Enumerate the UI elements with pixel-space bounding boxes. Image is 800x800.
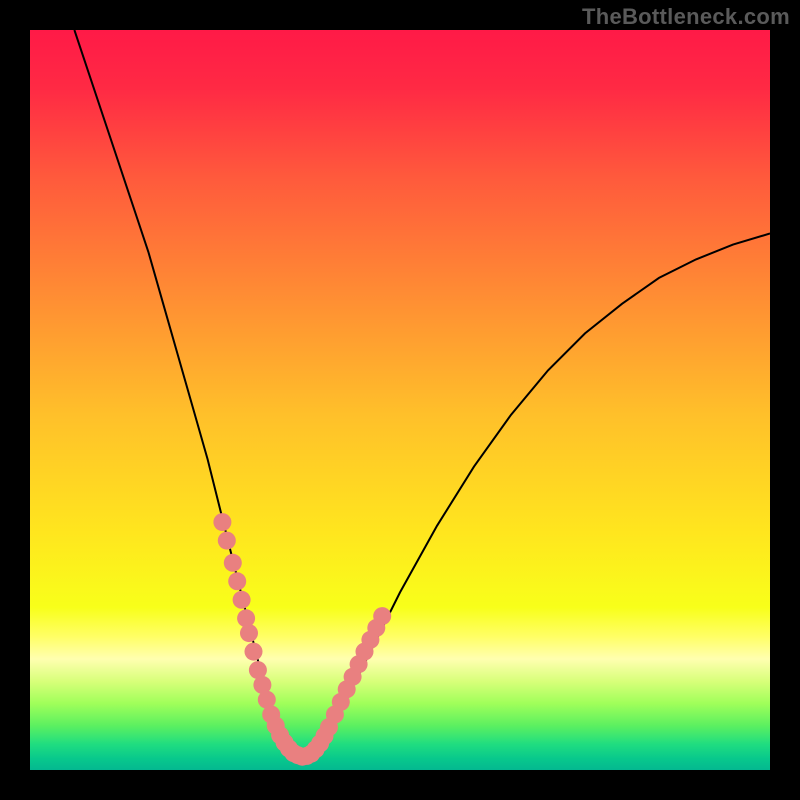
highlight-dot	[245, 643, 263, 661]
plot-area	[30, 30, 770, 770]
gradient-background	[30, 30, 770, 770]
highlight-dot	[228, 572, 246, 590]
highlight-dot	[218, 532, 236, 550]
watermark-label: TheBottleneck.com	[582, 4, 790, 30]
highlight-dot	[224, 554, 242, 572]
highlight-dot	[240, 624, 258, 642]
highlight-dot	[213, 513, 231, 531]
chart-svg	[30, 30, 770, 770]
chart-frame: TheBottleneck.com	[0, 0, 800, 800]
highlight-dot	[373, 607, 391, 625]
highlight-dot	[233, 591, 251, 609]
